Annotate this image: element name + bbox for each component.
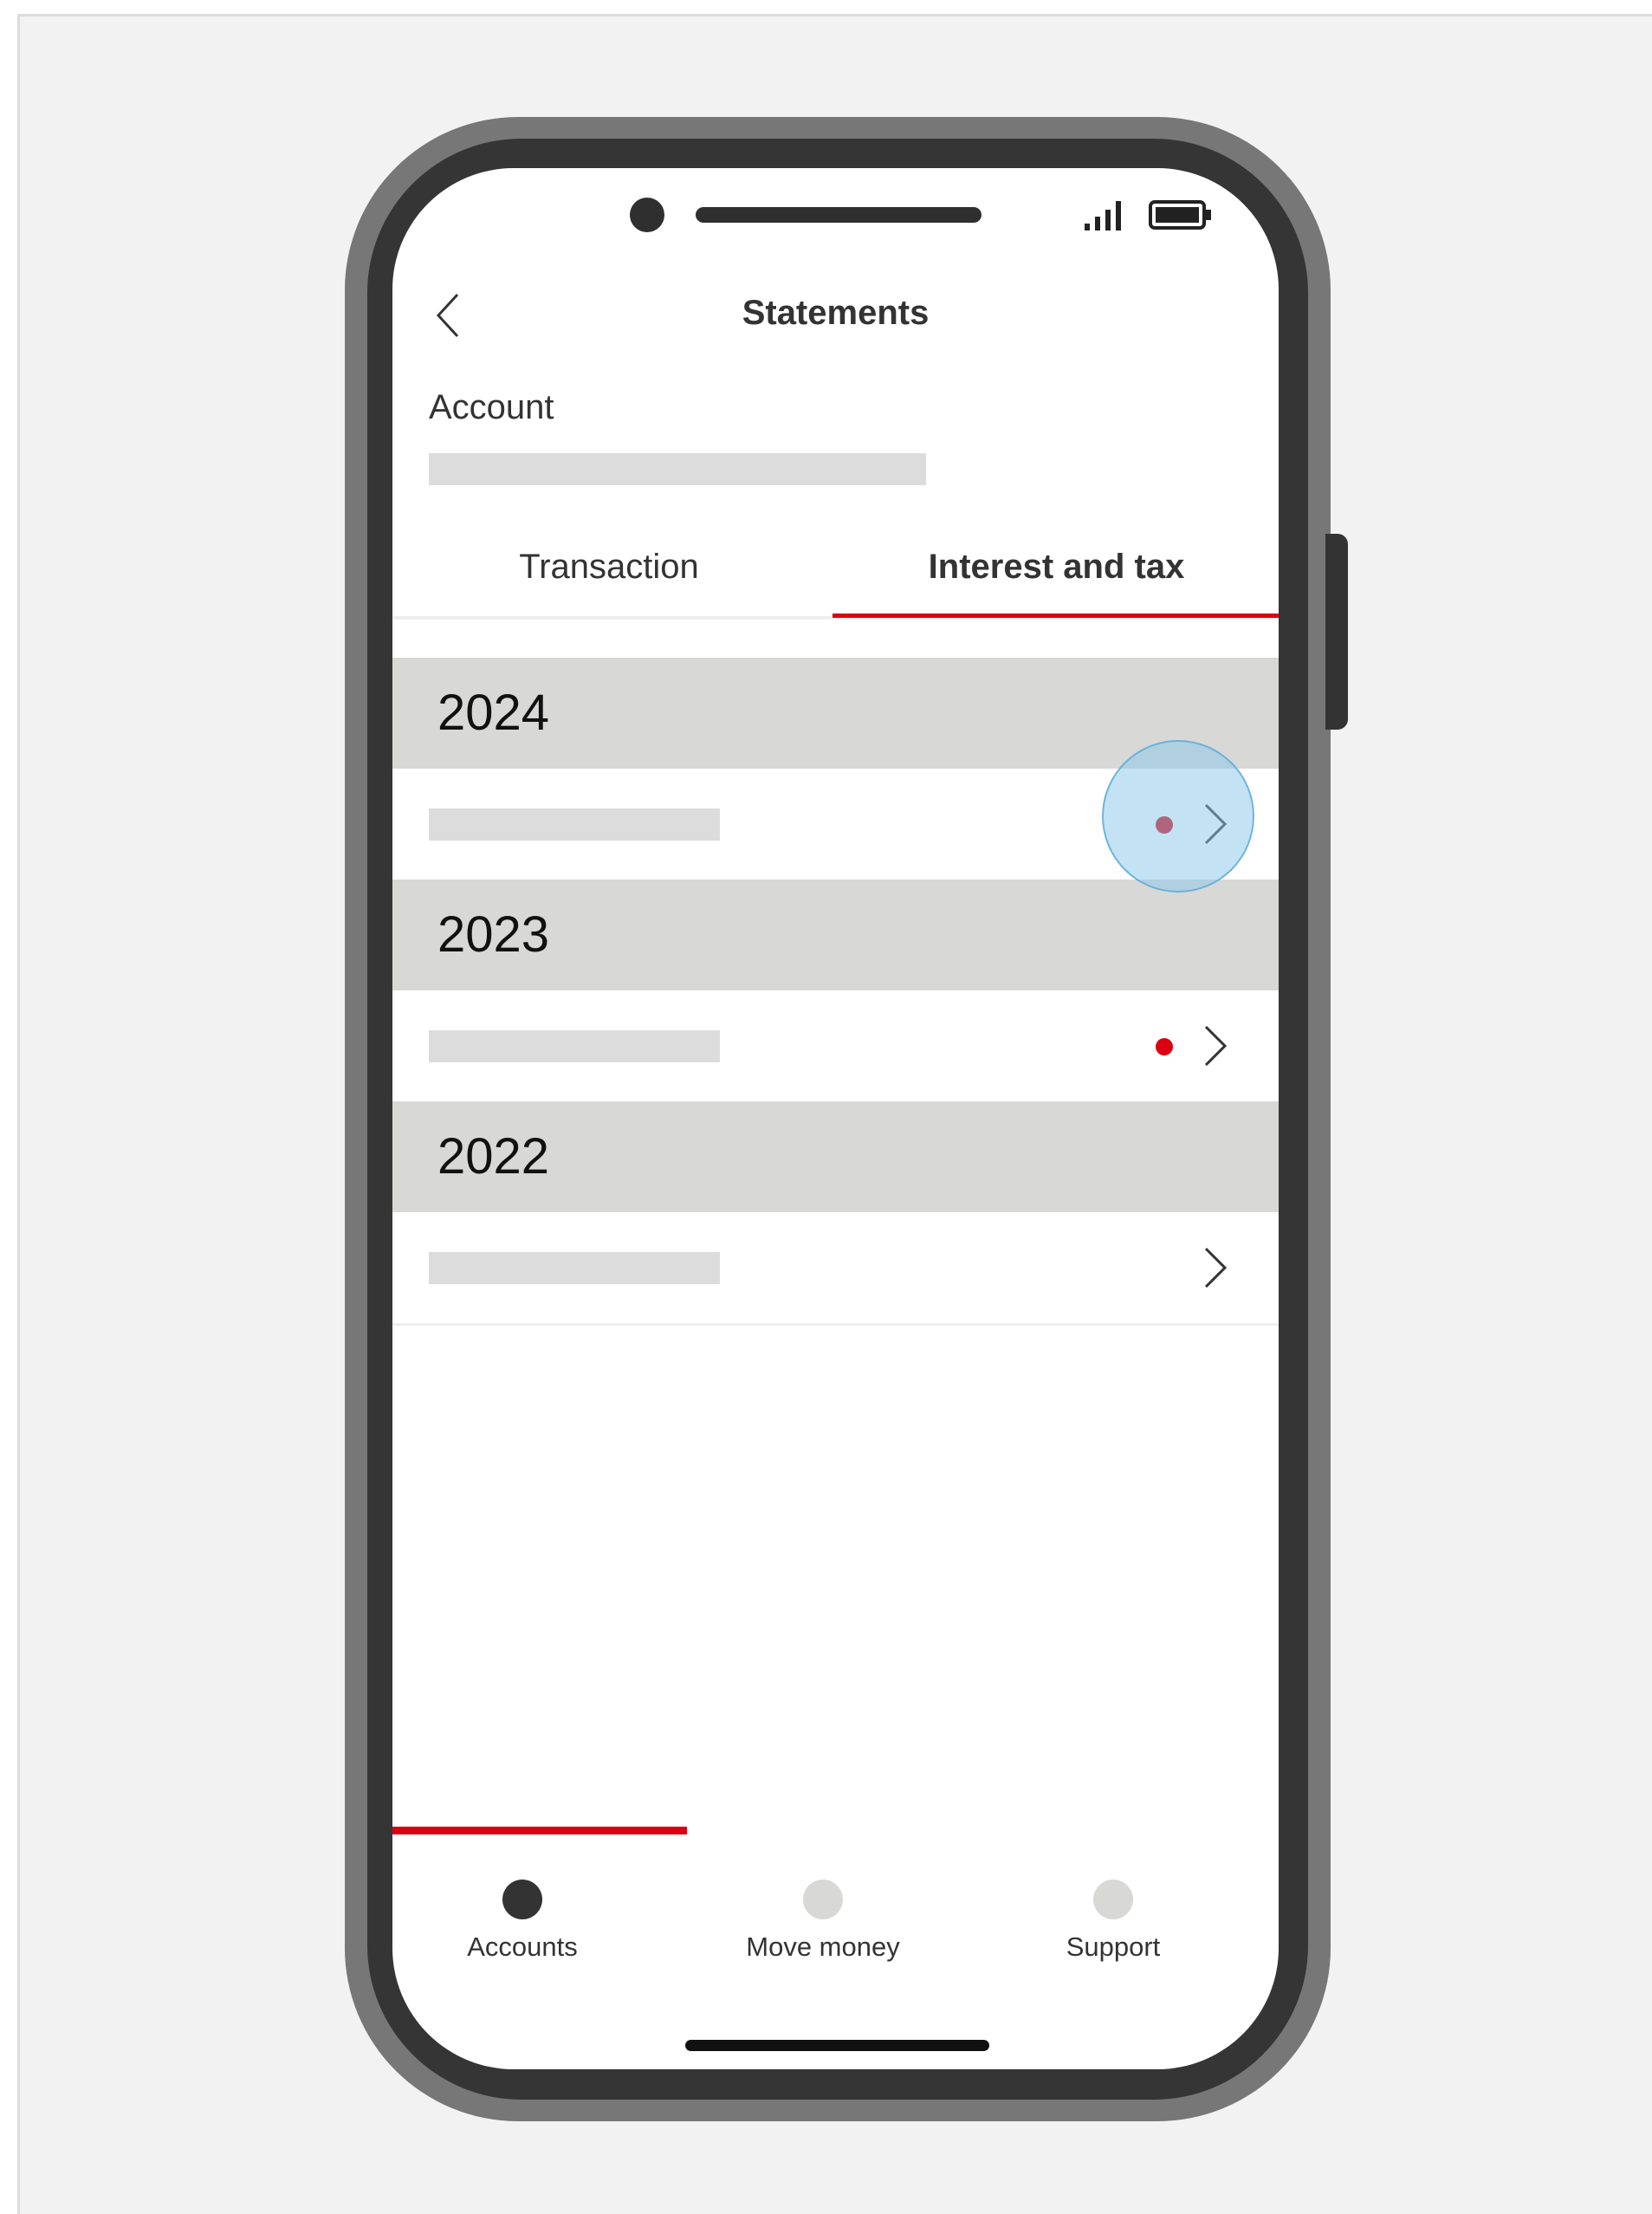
year-label: 2024 [437,685,550,741]
statement-title-placeholder [429,1030,720,1062]
chevron-right-icon [1204,1025,1228,1067]
move-money-icon [803,1880,843,1919]
tab-interest-and-tax[interactable]: Interest and tax [834,548,1279,587]
nav-support-label: Support [1066,1932,1161,1962]
list-bottom-divider [392,1323,1279,1326]
year-label: 2022 [437,1128,550,1185]
year-label: 2023 [437,906,550,963]
battery-icon [1149,200,1211,230]
statement-row-2022[interactable] [392,1212,1279,1323]
account-label: Account [429,388,554,426]
phone-screen: Statements Account Transaction Interest … [392,168,1279,2069]
nav-move-money[interactable]: Move money [693,1880,953,1963]
nav-active-indicator [392,1827,687,1834]
page-title: Statements [742,294,930,332]
speaker-grille [696,207,981,223]
phone-side-button [1325,534,1348,730]
accounts-icon [502,1880,542,1919]
year-header-2023: 2023 [392,880,1279,990]
chevron-right-icon [1204,1247,1228,1289]
nav-accounts-label: Accounts [467,1932,578,1962]
year-header-2022: 2022 [392,1101,1279,1212]
support-icon [1093,1880,1133,1919]
signal-icon [1085,201,1121,230]
tab-selected-indicator [832,614,1279,618]
nav-move-money-label: Move money [746,1932,900,1962]
tab-transaction[interactable]: Transaction [392,548,826,587]
account-name-placeholder [429,453,926,485]
home-indicator[interactable] [685,2040,989,2051]
nav-support[interactable]: Support [983,1880,1243,1963]
tap-highlight [1102,740,1254,893]
statement-title-placeholder [429,808,720,841]
statement-title-placeholder [429,1252,720,1284]
statement-row-2023[interactable] [392,990,1279,1101]
nav-accounts[interactable]: Accounts [392,1880,652,1963]
front-camera [630,198,664,232]
new-statement-dot [1156,1038,1173,1055]
